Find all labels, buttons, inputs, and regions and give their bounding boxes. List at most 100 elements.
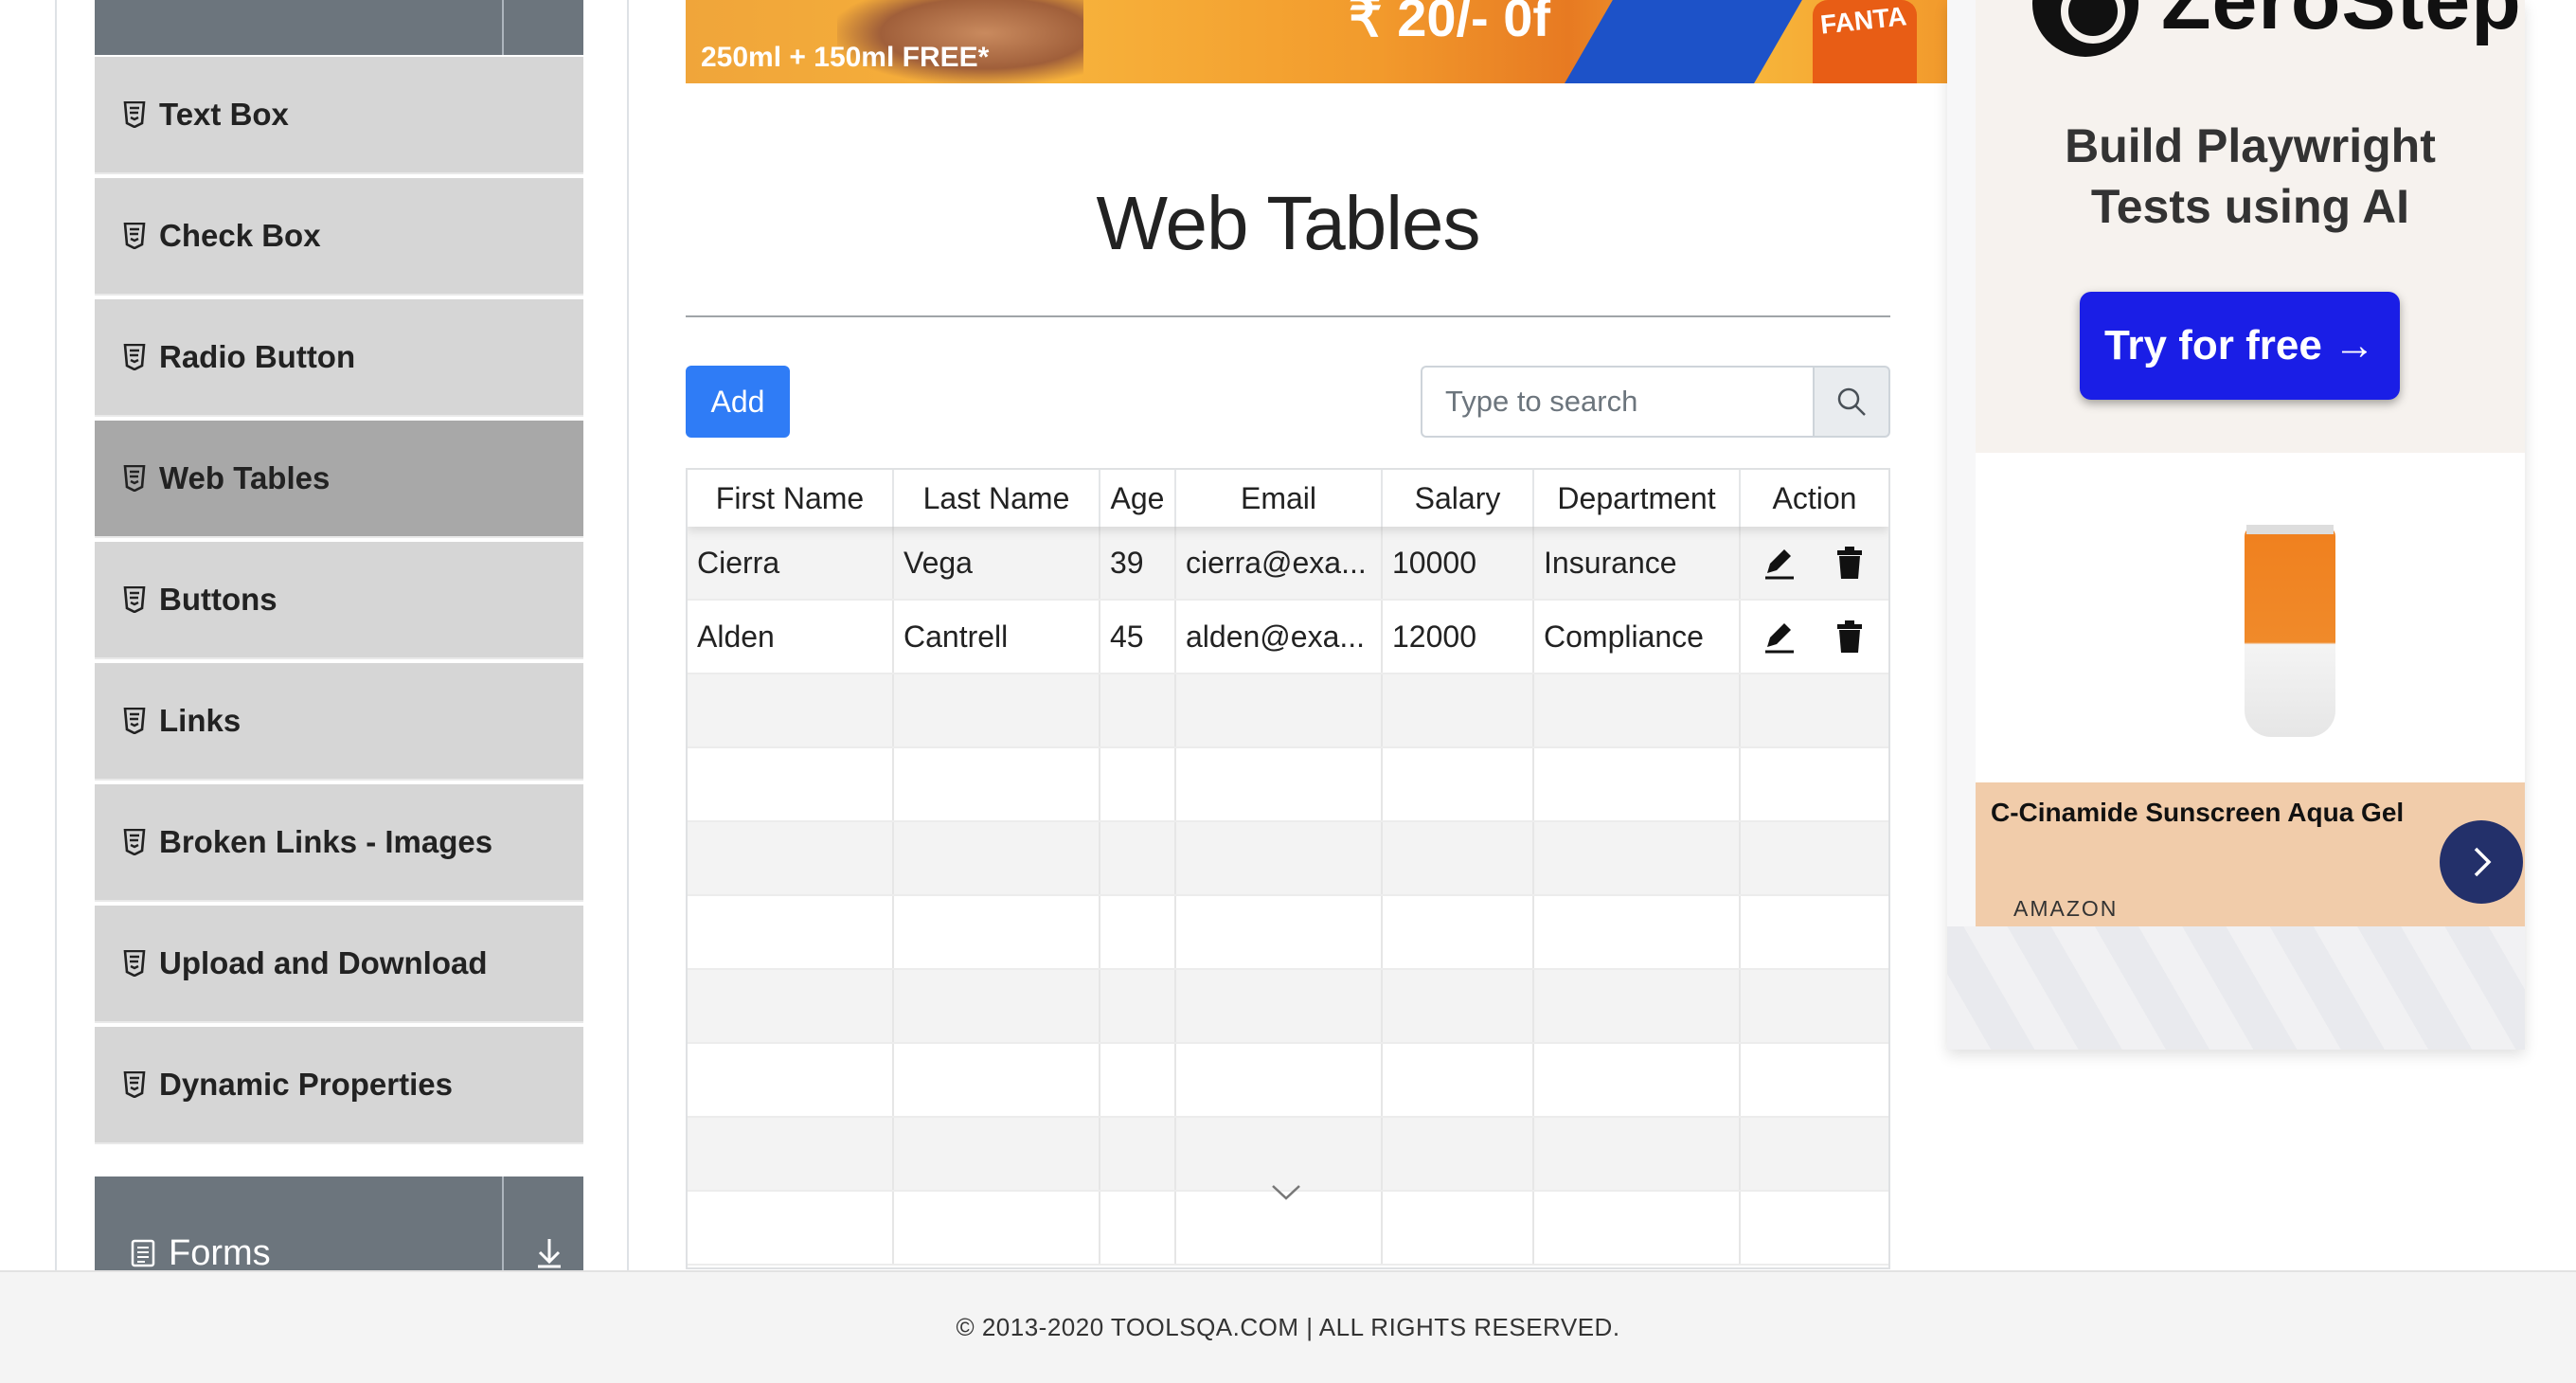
- column-header-first-name[interactable]: First Name: [688, 470, 894, 527]
- cell-email: cierra@exa...: [1176, 527, 1383, 599]
- cell-first-name: Cierra: [688, 527, 894, 599]
- ad-pattern: [1947, 926, 2525, 1050]
- cell-salary: 10000: [1383, 527, 1534, 599]
- group-header-divider: [502, 0, 504, 55]
- html5-icon: [123, 1071, 146, 1098]
- title-divider: [686, 315, 1890, 317]
- chevron-down-icon[interactable]: [1269, 1180, 1303, 1203]
- sidebar-item-label: Buttons: [159, 582, 277, 617]
- ad-product-image[interactable]: [1976, 453, 2525, 782]
- column-header-department[interactable]: Department: [1534, 470, 1741, 527]
- sidebar-item-radio-button[interactable]: Radio Button: [95, 299, 583, 417]
- ad-headline-line1: Build Playwright: [2065, 119, 2436, 172]
- ad-headline: Build Playwright Tests using AI: [1976, 116, 2525, 237]
- table-row-empty: [688, 896, 1888, 970]
- column-header-email[interactable]: Email: [1176, 470, 1383, 527]
- banner-ad[interactable]: 250ml + 150ml FREE* ₹ 20/- 0f FANTA: [686, 0, 1947, 83]
- table-row-empty: [688, 822, 1888, 896]
- cell-action: [1741, 601, 1888, 673]
- sidebar-item-label: Broken Links - Images: [159, 824, 493, 859]
- html5-icon: [123, 586, 146, 613]
- document-icon: [131, 1239, 155, 1267]
- cell-department: Insurance: [1534, 527, 1741, 599]
- elements-group-header[interactable]: [95, 0, 583, 55]
- edit-icon[interactable]: [1761, 544, 1798, 582]
- sidebar-item-label: Dynamic Properties: [159, 1067, 453, 1102]
- cell-age: 45: [1100, 601, 1176, 673]
- sidebar-item-text-box[interactable]: Text Box: [95, 57, 583, 174]
- table-header: First Name Last Name Age Email Salary De…: [688, 470, 1888, 527]
- ad-product-card[interactable]: C-Cinamide Sunscreen Aqua Gel AMAZON: [1976, 782, 2525, 926]
- cell-last-name: Cantrell: [894, 601, 1100, 673]
- ad-headline-line2: Tests using AI: [2090, 180, 2410, 233]
- page-title: Web Tables: [1096, 181, 1480, 265]
- ad-zerostep-panel: ZeroStep Build Playwright Tests using AI…: [1976, 0, 2525, 453]
- html5-icon: [123, 223, 146, 249]
- table-row: Alden Cantrell 45 alden@exa... 12000 Com…: [688, 601, 1888, 674]
- sidebar-item-label: Radio Button: [159, 339, 356, 374]
- sidebar-item-broken-links[interactable]: Broken Links - Images: [95, 784, 583, 902]
- delete-icon[interactable]: [1831, 544, 1869, 582]
- cell-action: [1741, 527, 1888, 599]
- cell-department: Compliance: [1534, 601, 1741, 673]
- table-row-empty: [688, 748, 1888, 822]
- html5-icon: [123, 708, 146, 734]
- sidebar-item-label: Text Box: [159, 97, 289, 132]
- sunscreen-tube-image: [2245, 527, 2335, 737]
- html5-icon: [123, 465, 146, 492]
- html5-icon: [123, 344, 146, 370]
- banner-price-text: ₹ 20/- 0f: [1349, 0, 1551, 47]
- search-box: [1421, 366, 1890, 438]
- delete-icon[interactable]: [1831, 618, 1869, 656]
- zerostep-logo-icon: [2032, 0, 2138, 57]
- arrow-down-icon[interactable]: [532, 1235, 566, 1269]
- table-row-empty: [688, 1044, 1888, 1118]
- cell-first-name: Alden: [688, 601, 894, 673]
- sidebar-ad[interactable]: ZeroStep Build Playwright Tests using AI…: [1947, 0, 2525, 1050]
- sidebar-item-label: Web Tables: [159, 460, 331, 495]
- cell-age: 39: [1100, 527, 1176, 599]
- banner-stripe: [1547, 0, 1814, 83]
- sidebar-item-upload-download[interactable]: Upload and Download: [95, 906, 583, 1023]
- search-input[interactable]: [1421, 366, 1813, 438]
- edit-icon[interactable]: [1761, 618, 1798, 656]
- chevron-right-icon: [2474, 847, 2492, 877]
- sidebar-menu: Text Box Check Box Radio Button Web Tabl…: [95, 57, 583, 1148]
- sidebar-item-web-tables[interactable]: Web Tables: [95, 421, 583, 538]
- search-icon: [1837, 387, 1866, 416]
- column-header-action[interactable]: Action: [1741, 470, 1888, 527]
- sidebar-item-label: Check Box: [159, 218, 321, 253]
- footer: © 2013-2020 TOOLSQA.COM | ALL RIGHTS RES…: [0, 1270, 2576, 1383]
- column-header-age[interactable]: Age: [1100, 470, 1176, 527]
- table-row-empty: [688, 970, 1888, 1044]
- group-header-divider: [502, 1176, 504, 1281]
- sidebar-item-buttons[interactable]: Buttons: [95, 542, 583, 659]
- banner-promo-text: 250ml + 150ml FREE*: [701, 42, 990, 73]
- web-table: First Name Last Name Age Email Salary De…: [686, 468, 1890, 1269]
- forms-group-label: Forms: [169, 1233, 271, 1273]
- sidebar-item-label: Links: [159, 703, 242, 738]
- ad-logo-text: ZeroStep: [2161, 0, 2522, 46]
- cell-email: alden@exa...: [1176, 601, 1383, 673]
- sidebar-item-label: Upload and Download: [159, 945, 488, 980]
- table-row-empty: [688, 674, 1888, 748]
- table-row: Cierra Vega 39 cierra@exa... 10000 Insur…: [688, 527, 1888, 601]
- cell-salary: 12000: [1383, 601, 1534, 673]
- column-header-salary[interactable]: Salary: [1383, 470, 1534, 527]
- html5-icon: [123, 950, 146, 977]
- html5-icon: [123, 829, 146, 855]
- try-for-free-button[interactable]: Try for free →: [2080, 292, 2400, 400]
- ad-product-name: C-Cinamide Sunscreen Aqua Gel: [1991, 798, 2405, 827]
- add-button[interactable]: Add: [686, 366, 790, 438]
- search-button[interactable]: [1813, 366, 1890, 438]
- sidebar-item-links[interactable]: Links: [95, 663, 583, 781]
- footer-copyright: © 2013-2020 TOOLSQA.COM | ALL RIGHTS RES…: [956, 1313, 1620, 1341]
- cell-last-name: Vega: [894, 527, 1100, 599]
- sidebar-item-check-box[interactable]: Check Box: [95, 178, 583, 296]
- ad-next-button[interactable]: [2440, 820, 2523, 904]
- sidebar-item-dynamic-properties[interactable]: Dynamic Properties: [95, 1027, 583, 1144]
- column-header-last-name[interactable]: Last Name: [894, 470, 1100, 527]
- tube-cap: [2246, 525, 2334, 534]
- ad-vendor: AMAZON: [2013, 896, 2119, 921]
- forms-group-header[interactable]: Forms: [95, 1176, 583, 1281]
